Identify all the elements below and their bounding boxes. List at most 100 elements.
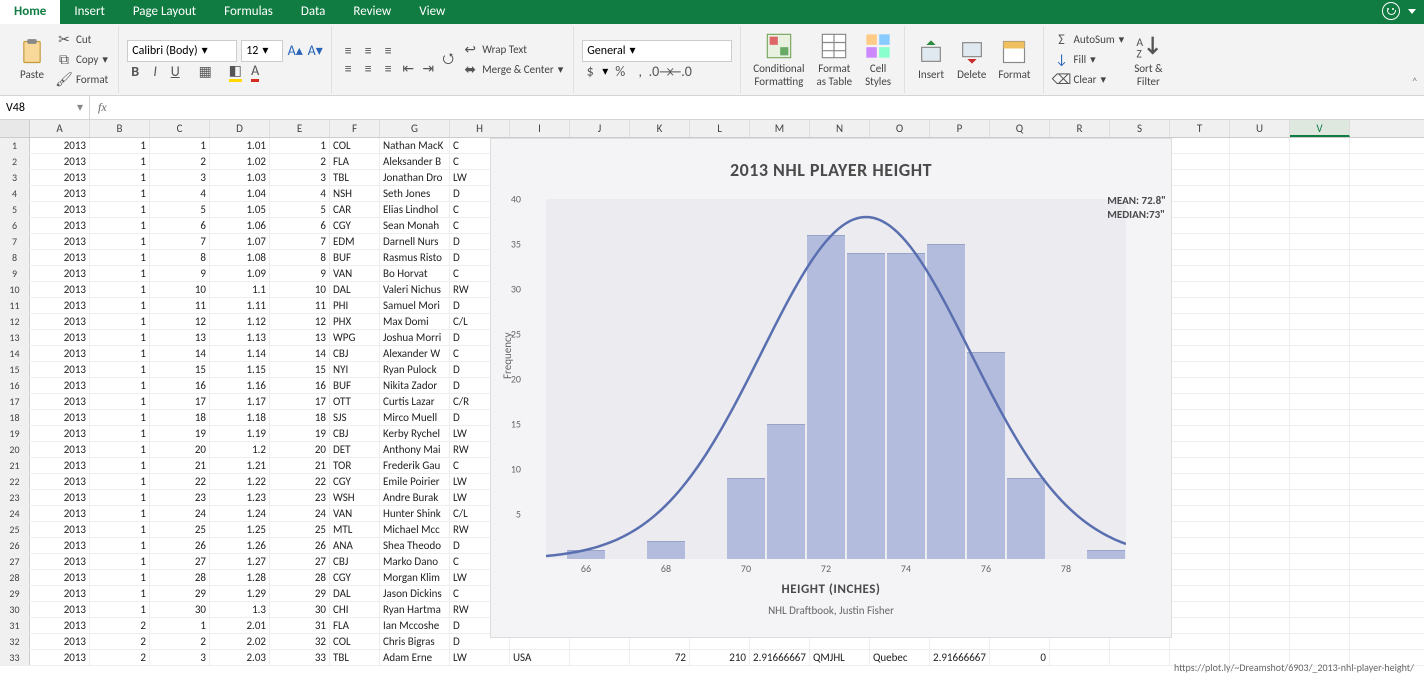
cell[interactable]: 8 bbox=[150, 250, 210, 265]
cell[interactable]: Jason Dickins bbox=[380, 586, 450, 601]
cell[interactable] bbox=[1110, 650, 1170, 665]
cell[interactable]: 1.29 bbox=[210, 586, 270, 601]
cell[interactable]: 2013 bbox=[30, 362, 90, 377]
row-header[interactable]: 32 bbox=[0, 634, 30, 649]
cell[interactable]: 3 bbox=[150, 650, 210, 665]
cell[interactable] bbox=[1170, 186, 1230, 201]
cell[interactable]: 1.18 bbox=[210, 410, 270, 425]
cell[interactable] bbox=[1230, 458, 1290, 473]
cell[interactable] bbox=[1290, 250, 1350, 265]
cell[interactable]: 24 bbox=[270, 506, 330, 521]
cell[interactable] bbox=[1290, 474, 1350, 489]
ribbon-tab-review[interactable]: Review bbox=[339, 0, 405, 24]
cell[interactable]: 10 bbox=[270, 282, 330, 297]
cell[interactable]: 31 bbox=[270, 618, 330, 633]
cell[interactable]: Bo Horvat bbox=[380, 266, 450, 281]
cell[interactable]: 1.15 bbox=[210, 362, 270, 377]
cell[interactable]: Ryan Hartma bbox=[380, 602, 450, 617]
cell[interactable]: Hunter Shink bbox=[380, 506, 450, 521]
cell[interactable]: 15 bbox=[270, 362, 330, 377]
insert-button[interactable]: Insert bbox=[913, 36, 949, 83]
cell[interactable] bbox=[1230, 282, 1290, 297]
cell[interactable]: 7 bbox=[150, 234, 210, 249]
cell[interactable] bbox=[1230, 362, 1290, 377]
cell[interactable]: 2013 bbox=[30, 506, 90, 521]
number-format-select[interactable]: General▾ bbox=[582, 40, 732, 62]
cell[interactable] bbox=[1170, 170, 1230, 185]
cell[interactable] bbox=[1230, 202, 1290, 217]
cell[interactable]: 19 bbox=[270, 426, 330, 441]
collapse-ribbon-icon[interactable]: ˄ bbox=[1412, 76, 1418, 90]
cell[interactable]: WSH bbox=[330, 490, 380, 505]
cell[interactable]: 22 bbox=[150, 474, 210, 489]
cell[interactable] bbox=[1170, 522, 1230, 537]
cell[interactable]: 1 bbox=[90, 330, 150, 345]
font-color-button[interactable]: A bbox=[247, 64, 263, 80]
increase-font-icon[interactable]: A▴ bbox=[287, 43, 303, 59]
column-header[interactable]: Q bbox=[990, 120, 1050, 137]
cell[interactable] bbox=[1230, 138, 1290, 153]
cell[interactable]: 1.05 bbox=[210, 202, 270, 217]
cell[interactable]: 2013 bbox=[30, 234, 90, 249]
row-header[interactable]: 22 bbox=[0, 474, 30, 489]
fx-icon[interactable]: fx bbox=[90, 100, 115, 115]
cell[interactable]: 1.14 bbox=[210, 346, 270, 361]
column-header[interactable]: P bbox=[930, 120, 990, 137]
row-header[interactable]: 18 bbox=[0, 410, 30, 425]
cell[interactable]: 72 bbox=[630, 650, 690, 665]
row-header[interactable]: 30 bbox=[0, 602, 30, 617]
cell[interactable]: 21 bbox=[270, 458, 330, 473]
cell[interactable] bbox=[1290, 586, 1350, 601]
cell[interactable]: 6 bbox=[150, 218, 210, 233]
row-header[interactable]: 6 bbox=[0, 218, 30, 233]
cell[interactable] bbox=[1290, 538, 1350, 553]
cell[interactable] bbox=[1170, 154, 1230, 169]
cell[interactable]: 18 bbox=[270, 410, 330, 425]
cell[interactable] bbox=[1170, 570, 1230, 585]
cell[interactable] bbox=[1290, 282, 1350, 297]
cell[interactable] bbox=[1230, 314, 1290, 329]
cell[interactable]: 1 bbox=[90, 602, 150, 617]
cell[interactable] bbox=[1230, 586, 1290, 601]
cell[interactable]: 12 bbox=[150, 314, 210, 329]
cell[interactable]: Frederik Gau bbox=[380, 458, 450, 473]
cell[interactable]: 1 bbox=[90, 538, 150, 553]
cell[interactable]: 1 bbox=[90, 554, 150, 569]
cell[interactable]: 30 bbox=[270, 602, 330, 617]
cell[interactable]: 1.04 bbox=[210, 186, 270, 201]
decrease-font-icon[interactable]: A▾ bbox=[307, 43, 323, 59]
cell[interactable]: 2 bbox=[90, 634, 150, 649]
align-top-icon[interactable]: ≡ bbox=[340, 43, 356, 59]
cell[interactable]: Darnell Nurs bbox=[380, 234, 450, 249]
cell[interactable]: Andre Burak bbox=[380, 490, 450, 505]
cell[interactable]: Samuel Mori bbox=[380, 298, 450, 313]
cell[interactable] bbox=[1230, 394, 1290, 409]
column-header[interactable]: S bbox=[1110, 120, 1170, 137]
cell[interactable]: 1 bbox=[150, 138, 210, 153]
cell[interactable] bbox=[1230, 234, 1290, 249]
row-header[interactable]: 16 bbox=[0, 378, 30, 393]
cell[interactable]: EDM bbox=[330, 234, 380, 249]
cell[interactable]: PHI bbox=[330, 298, 380, 313]
cell[interactable]: Joshua Morri bbox=[380, 330, 450, 345]
cell[interactable] bbox=[1290, 426, 1350, 441]
cell[interactable]: 1 bbox=[90, 298, 150, 313]
cell[interactable] bbox=[1290, 394, 1350, 409]
cell[interactable]: 2013 bbox=[30, 138, 90, 153]
comma-icon[interactable]: , bbox=[632, 64, 648, 80]
clear-button[interactable]: ⌫Clear ▾ bbox=[1052, 71, 1127, 89]
cell[interactable]: 1.25 bbox=[210, 522, 270, 537]
cell[interactable]: 1 bbox=[90, 138, 150, 153]
fill-button[interactable]: ↓Fill ▾ bbox=[1052, 51, 1127, 69]
cell[interactable]: 1.08 bbox=[210, 250, 270, 265]
cell[interactable]: 2.01 bbox=[210, 618, 270, 633]
cell[interactable] bbox=[1170, 442, 1230, 457]
decrease-decimal-icon[interactable]: ←.0 bbox=[672, 64, 688, 80]
cell[interactable]: 26 bbox=[270, 538, 330, 553]
cell[interactable]: VAN bbox=[330, 506, 380, 521]
cell[interactable]: 1 bbox=[90, 186, 150, 201]
cell[interactable]: 2013 bbox=[30, 346, 90, 361]
cell[interactable] bbox=[1170, 458, 1230, 473]
cell[interactable]: 1.03 bbox=[210, 170, 270, 185]
cell[interactable]: 29 bbox=[150, 586, 210, 601]
